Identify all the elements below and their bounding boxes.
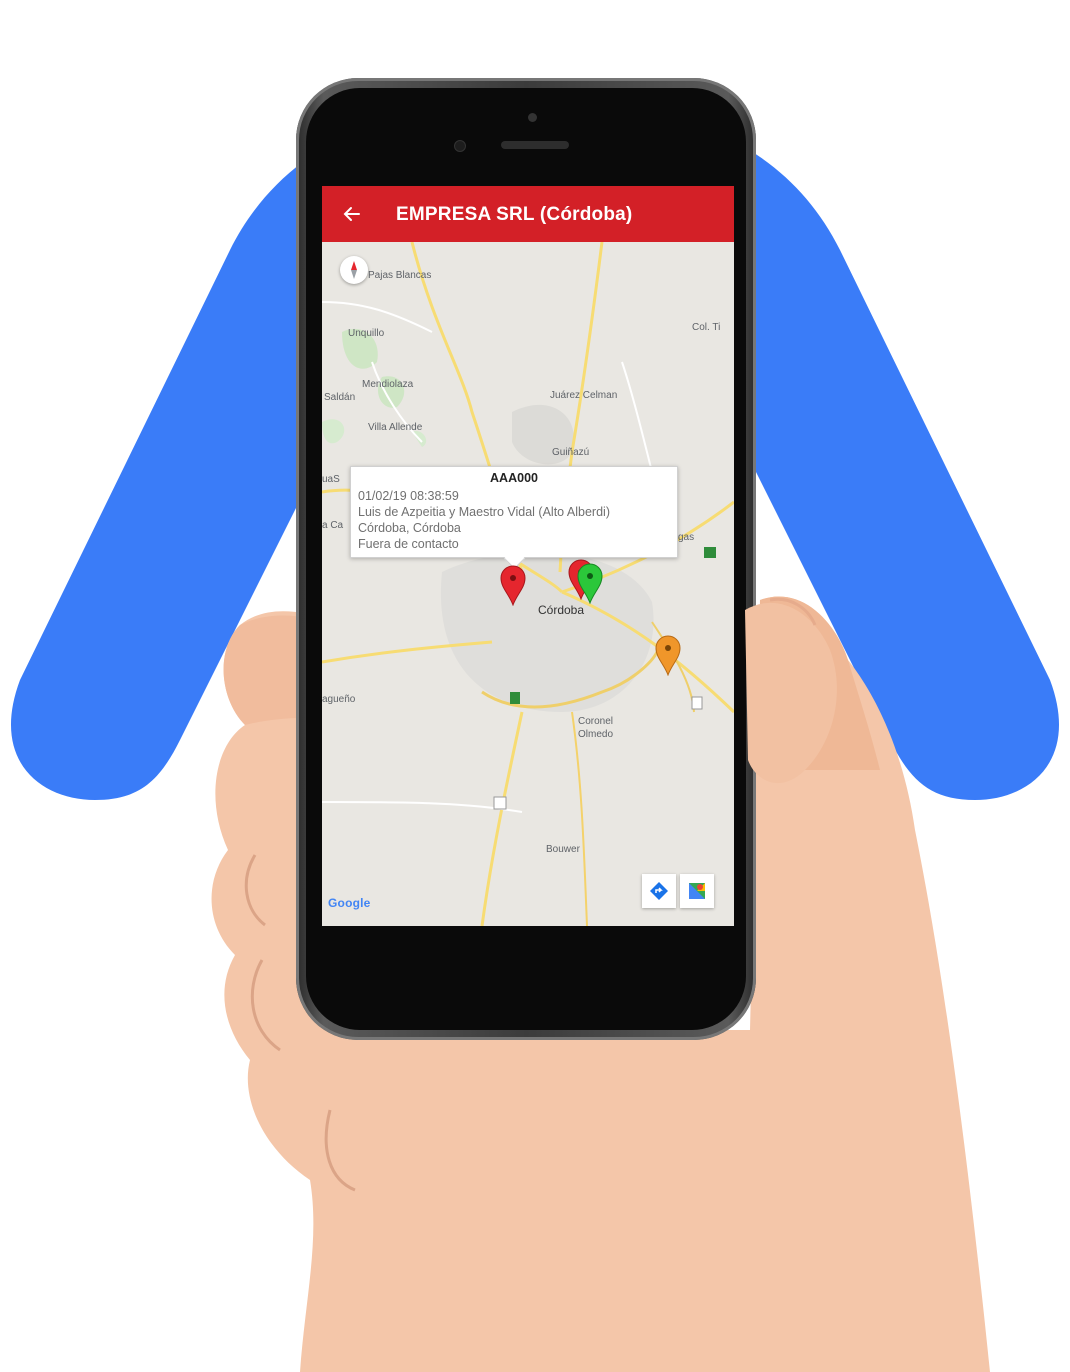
compass-button[interactable]	[340, 256, 368, 284]
vehicle-marker-orange[interactable]	[654, 634, 682, 677]
app-title: EMPRESA SRL (Córdoba)	[396, 204, 633, 225]
map-label-left-edge: uaS	[322, 474, 340, 485]
info-window-title: AAA000	[490, 471, 538, 485]
arrow-left-icon	[343, 207, 360, 221]
map-pin-icon	[655, 635, 681, 677]
directions-button[interactable]	[642, 874, 676, 908]
back-button[interactable]	[336, 198, 368, 230]
map-tiles	[322, 241, 734, 926]
map-label-laguna: agueño	[322, 694, 356, 705]
open-in-maps-button[interactable]	[680, 874, 714, 908]
map-label-bouwer: Bouwer	[546, 844, 580, 855]
map-label-guinazu: Guiñazú	[552, 447, 590, 458]
map-label-left-edge-2: a Ca	[322, 520, 344, 531]
directions-icon	[650, 882, 668, 900]
vehicle-marker-green[interactable]	[576, 562, 604, 605]
map-label-villa-allende: Villa Allende	[368, 422, 423, 433]
map-label-unquillo: Unquillo	[348, 328, 385, 339]
map-label-pajas-blancas: Pajas Blancas	[368, 270, 432, 281]
map-label-coronel: Coronel	[578, 716, 614, 727]
app-bar: EMPRESA SRL (Córdoba)	[322, 186, 734, 242]
vehicle-marker-red[interactable]	[499, 564, 527, 607]
map-pin-icon	[577, 563, 603, 605]
info-window-status: Fuera de contacto	[358, 537, 459, 551]
map-label-juarez-celman: Juárez Celman	[550, 390, 618, 401]
map-label-saldan: Saldán	[324, 392, 356, 403]
map-label-olmedo: Olmedo	[578, 729, 614, 740]
info-window-city: Córdoba, Córdoba	[358, 521, 461, 535]
map-pin-icon	[500, 565, 526, 607]
map-label-right-edge: gas	[678, 532, 695, 543]
compass-icon	[351, 261, 357, 279]
vehicle-info-window[interactable]: AAA000 01/02/19 08:38:59 Luis de Azpeiti…	[350, 466, 678, 558]
map-label-mendiolaza: Mendiolaza	[362, 379, 414, 390]
google-attribution-logo: Google	[328, 896, 371, 910]
map-view[interactable]: Pajas Blancas Unquillo Col. Ti Mendiolaz…	[322, 241, 734, 926]
map-label-col-tirolesa: Col. Ti	[692, 322, 721, 333]
map-label-cordoba: Córdoba	[538, 603, 585, 617]
info-window-address: Luis de Azpeitia y Maestro Vidal (Alto A…	[358, 505, 610, 519]
google-maps-icon	[689, 883, 705, 899]
info-window-timestamp: 01/02/19 08:38:59	[358, 489, 459, 503]
phone-screen: EMPRESA SRL (Córdoba) Pajas Blancas Unqu…	[322, 186, 734, 926]
